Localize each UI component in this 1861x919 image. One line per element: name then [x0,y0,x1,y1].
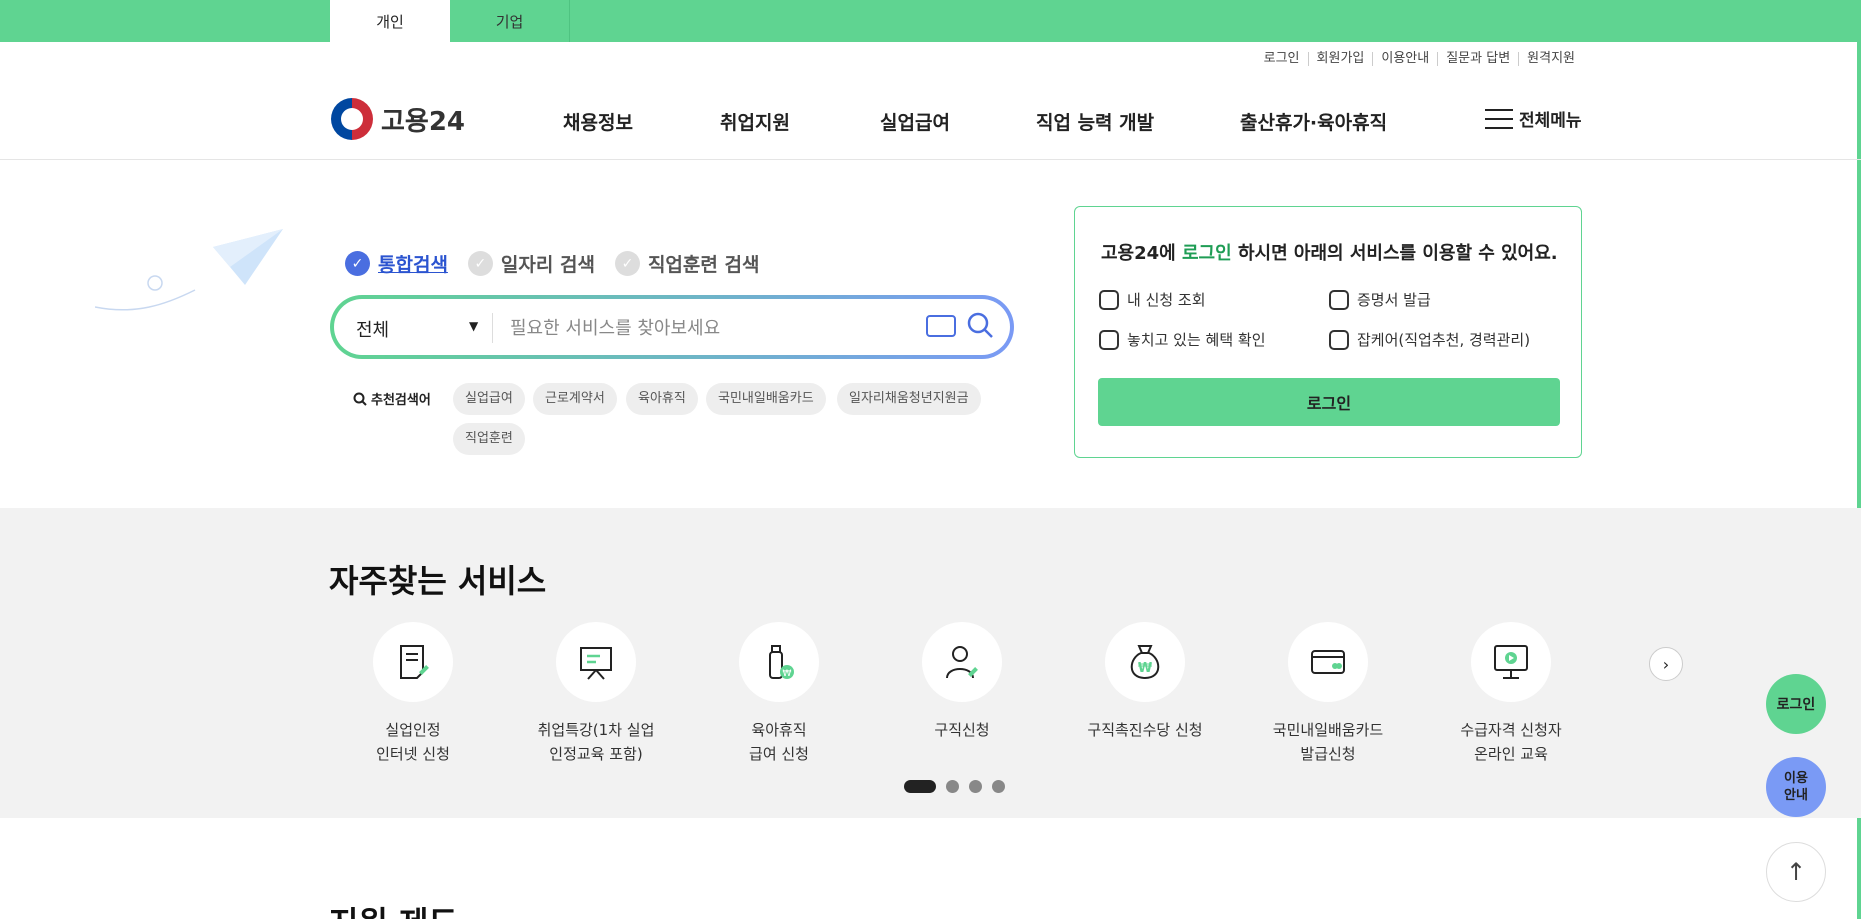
search-scope-select[interactable]: 전체 [356,316,389,342]
divider [492,313,493,343]
keyword-chip[interactable]: 직업훈련 [453,423,525,455]
paper-plane-icon [95,229,283,311]
taegeuk-logo-icon [331,98,373,140]
virtual-keyboard-icon[interactable] [926,315,956,337]
carousel-dot[interactable] [904,780,936,793]
search-type-training[interactable]: ✓ 직업훈련 검색 [614,250,759,277]
document-edit-icon [400,645,429,679]
carousel-next-button[interactable]: › [1649,647,1683,681]
frequent-services-section: 자주찾는 서비스 실업인정인터넷 신청 취업특강(1차 실업인정교육 포함) [0,508,1861,818]
nav-employment-support[interactable]: 취업지원 [720,108,790,135]
jobcare-link[interactable]: 잡케어(직업추천, 경력관리) [1329,329,1530,350]
main-header: 고용24 채용정보 취업지원 실업급여 직업 능력 개발 출산휴가·육아휴직 전… [0,90,1861,160]
service-item[interactable]: ₩ 구직촉진수당 신청 [1065,622,1225,742]
tab-business[interactable]: 기업 [450,0,570,42]
svg-text:₩: ₩ [1138,661,1153,676]
login-card-title: 고용24에 로그인 하시면 아래의 서비스를 이용할 수 있어요. [1101,243,1558,264]
all-menu-button[interactable]: 전체메뉴 [1485,106,1582,131]
check-icon: ✓ [467,251,493,276]
top-audience-bar: 개인 기업 [0,0,1861,42]
service-item[interactable]: 실업인정 인터넷 신청 [333,622,493,766]
section-title: 자주찾는 서비스 [329,562,547,600]
service-item[interactable]: 수급자격 신청자 온라인 교육 [1431,622,1591,766]
search-type-integrated[interactable]: ✓ 통합검색 [345,250,448,277]
keyword-chip[interactable]: 국민내일배움카드 [706,383,826,415]
checklist-icon [1099,289,1119,310]
utility-nav: 로그인 회원가입 이용안내 질문과 답변 원격지원 [1256,52,1583,66]
nav-job-skills[interactable]: 직업 능력 개발 [1036,108,1154,135]
service-item[interactable]: 국민내일배움카드 발급신청 [1248,622,1408,766]
my-applications-link[interactable]: 내 신청 조회 [1099,289,1206,310]
caret-down-icon[interactable]: ▼ [469,319,478,333]
utility-signup-link[interactable]: 회원가입 [1307,52,1373,66]
site-logo[interactable]: 고용24 [331,98,465,140]
login-button[interactable]: 로그인 [1098,378,1560,426]
search-input[interactable] [510,309,890,347]
service-item[interactable]: 취업특강(1차 실업 인정교육 포함) [516,622,676,766]
card-icon [1311,650,1345,674]
utility-guide-link[interactable]: 이용안내 [1372,52,1437,66]
floating-login-button[interactable]: 로그인 [1766,674,1826,734]
monitor-play-icon [1494,645,1528,679]
check-icon: ✓ [345,251,370,276]
tab-personal[interactable]: 개인 [330,0,450,42]
nav-jobs[interactable]: 채용정보 [563,108,633,135]
keyword-chip[interactable]: 일자리채움청년지원금 [837,383,981,415]
document-icon [1329,289,1349,310]
presentation-board-icon [580,647,612,680]
utility-remote-support-link[interactable]: 원격지원 [1518,52,1583,66]
logo-text: 고용24 [381,106,466,137]
search-box: 전체 ▼ [330,295,1014,359]
login-card: 고용24에 로그인 하시면 아래의 서비스를 이용할 수 있어요. 내 신청 조… [1074,206,1582,458]
missed-benefits-link[interactable]: 놓치고 있는 혜택 확인 [1099,329,1266,350]
document-search-icon [1099,329,1119,350]
carousel-dot[interactable] [992,780,1005,793]
chevron-right-icon: › [1662,654,1670,674]
utility-qna-link[interactable]: 질문과 답변 [1437,52,1518,66]
keyword-chip[interactable]: 육아휴직 [626,383,698,415]
money-bag-icon: ₩ [1130,645,1160,680]
search-icon [353,392,367,406]
search-type-tabs: ✓ 통합검색 ✓ 일자리 검색 ✓ 직업훈련 검색 [345,250,759,277]
carousel-pagination [904,780,1005,793]
all-menu-label: 전체메뉴 [1519,111,1582,131]
scroll-top-button[interactable]: ↑ [1766,842,1826,902]
search-icon[interactable] [966,311,994,339]
floating-guide-button[interactable]: 이용 안내 [1766,757,1826,817]
user-edit-icon [946,646,978,679]
support-programs-title: 지원 제도 [329,898,458,919]
utility-login-link[interactable]: 로그인 [1256,52,1308,66]
hamburger-icon [1485,108,1513,129]
arrow-up-icon: ↑ [1785,858,1807,886]
baby-bottle-icon: ₩ [769,645,794,679]
svg-text:₩: ₩ [783,669,792,679]
carousel-dot[interactable] [969,780,982,793]
keyword-chip[interactable]: 실업급여 [453,383,525,415]
keyword-chip[interactable]: 근로계약서 [533,383,617,415]
search-type-jobs[interactable]: ✓ 일자리 검색 [467,250,595,277]
check-icon: ✓ [614,251,640,276]
service-item[interactable]: 구직신청 [882,622,1042,742]
carousel-dot[interactable] [946,780,959,793]
certificate-issue-link[interactable]: 증명서 발급 [1329,289,1431,310]
clipboard-clock-icon [1329,329,1349,350]
service-item[interactable]: ₩ 육아휴직 급여 신청 [699,622,859,766]
nav-unemployment-benefits[interactable]: 실업급여 [880,108,950,135]
nav-parental-leave[interactable]: 출산휴가·육아휴직 [1240,108,1387,135]
recommended-keywords-title: 추천검색어 [353,389,431,408]
